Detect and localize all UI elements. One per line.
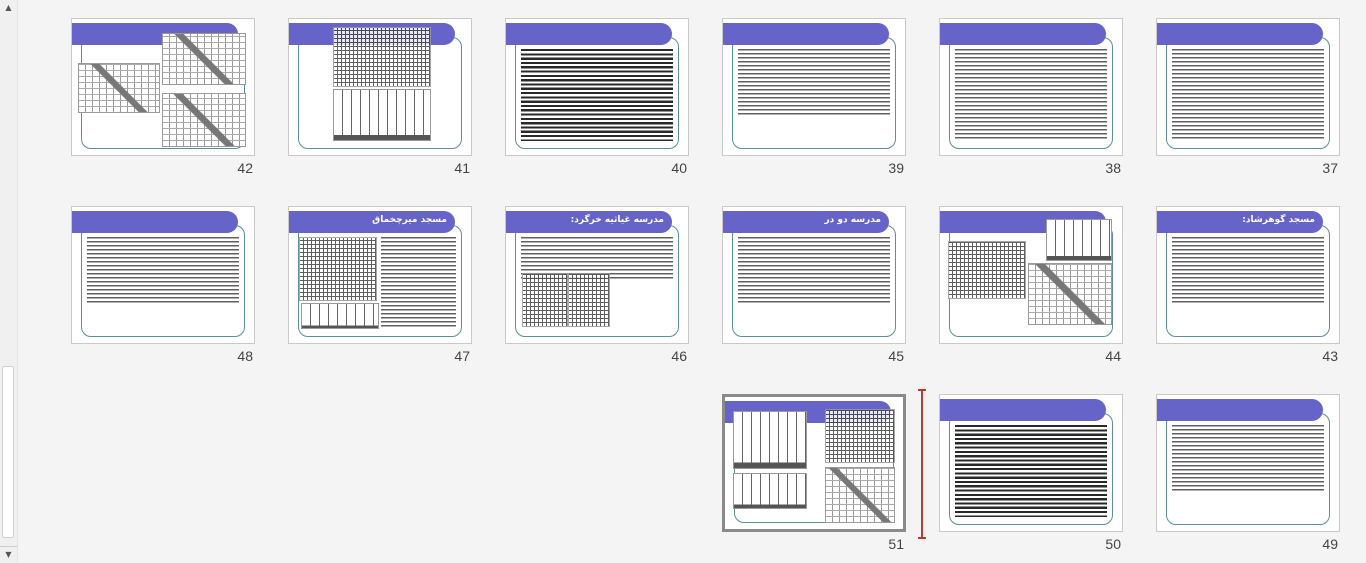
elevation-image <box>301 303 379 329</box>
slide-thumbnail-46[interactable]: مدرسه غیاثیه خرگرد: 46 <box>505 206 689 364</box>
facade-image <box>733 473 807 509</box>
slide-number: 45 <box>888 348 904 364</box>
slide-number: 39 <box>888 160 904 176</box>
slide-thumbnail-43[interactable]: مسجد گوهرشاد: 43 <box>1156 206 1340 364</box>
slide-thumbnail-48[interactable]: 48 <box>71 206 255 364</box>
axonometric-image <box>78 63 160 113</box>
axonometric-image <box>1028 263 1112 325</box>
slide-number: 40 <box>671 160 687 176</box>
slide-number: 37 <box>1322 160 1338 176</box>
slide-thumbnail-42[interactable]: 42 <box>71 18 255 176</box>
floor-plan-image <box>948 241 1026 299</box>
scroll-thumb[interactable] <box>2 366 14 538</box>
slide-thumbnail-50[interactable]: 50 <box>939 394 1123 552</box>
slide-number: 43 <box>1322 348 1338 364</box>
slide-number: 42 <box>237 160 253 176</box>
floor-plan-image <box>522 273 568 327</box>
slide-number: 41 <box>454 160 470 176</box>
slide-number: 47 <box>454 348 470 364</box>
slide-thumbnail-37[interactable]: 37 <box>1156 18 1340 176</box>
slide-thumbnail-47[interactable]: مسجد میرچخماق 47 <box>288 206 472 364</box>
slide-number: 50 <box>1105 536 1121 552</box>
slide-number: 51 <box>888 536 904 552</box>
slide-thumbnail-39[interactable]: 39 <box>722 18 906 176</box>
elevation-image <box>733 411 807 469</box>
slide-title: مدرسه دو در <box>824 215 881 225</box>
slide-thumbnail-45[interactable]: مدرسه دو در 45 <box>722 206 906 364</box>
floor-plan-image <box>568 273 610 327</box>
slide-number: 48 <box>237 348 253 364</box>
slide-title: مدرسه غیاثیه خرگرد: <box>570 215 664 225</box>
axonometric-image <box>162 33 246 85</box>
slide-number: 44 <box>1105 348 1121 364</box>
slide-title: مسجد گوهرشاد: <box>1242 215 1315 225</box>
slide-number: 38 <box>1105 160 1121 176</box>
slide-title: مسجد میرچخماق <box>372 215 447 225</box>
axonometric-image <box>162 93 246 147</box>
scroll-down-arrow-icon[interactable]: ▼ <box>0 546 17 563</box>
scroll-up-arrow-icon[interactable]: ▲ <box>0 0 17 16</box>
slide-number: 46 <box>671 348 687 364</box>
slide-thumbnail-40[interactable]: 40 <box>505 18 689 176</box>
building-elevation-image <box>1046 219 1112 261</box>
slide-thumbnail-51[interactable]: 51 <box>722 394 906 552</box>
floor-plan-image <box>825 409 895 463</box>
floor-plan-image <box>299 237 377 301</box>
slide-thumbnail-49[interactable]: 49 <box>1156 394 1340 552</box>
vertical-scrollbar[interactable]: ▲ ▼ <box>0 0 18 563</box>
slide-thumbnail-41[interactable]: 41 <box>288 18 472 176</box>
slide-number: 49 <box>1322 536 1338 552</box>
elevation-image <box>333 89 431 141</box>
slide-thumbnail-38[interactable]: 38 <box>939 18 1123 176</box>
floor-plan-image <box>333 27 431 87</box>
ruin-photo-image <box>825 467 895 523</box>
insertion-marker <box>918 389 926 539</box>
slide-thumbnail-44[interactable]: 44 <box>939 206 1123 364</box>
